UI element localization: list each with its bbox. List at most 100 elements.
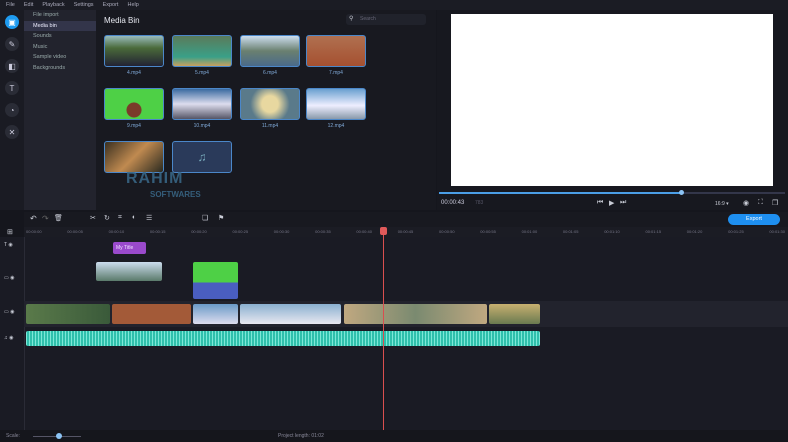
menu-export[interactable]: Export (103, 2, 119, 8)
playhead-handle[interactable] (380, 227, 387, 235)
menu-edit[interactable]: Edit (24, 2, 33, 8)
scale-label: Scale: (6, 433, 20, 439)
ruler-tick-label: 00:00:40 (356, 229, 372, 234)
music-file-thumb[interactable]: ♫ (172, 141, 232, 173)
menu-help[interactable]: Help (127, 2, 138, 8)
properties-icon[interactable]: ☰ (146, 214, 152, 222)
chroma-clip[interactable] (193, 262, 238, 299)
category-media-bin[interactable]: Media bin (24, 20, 96, 31)
watermark: RAHIM (126, 170, 184, 187)
crop-icon[interactable]: ⌗ (118, 214, 122, 222)
video-clip[interactable] (344, 304, 487, 324)
media-thumb[interactable] (240, 88, 300, 120)
tools-icon[interactable]: ✕ (5, 125, 19, 139)
media-label: 9.mp4 (127, 123, 141, 129)
video-clip[interactable] (193, 304, 238, 324)
watermark-sub: SOFTWARES (150, 190, 201, 199)
ruler-tick-label: 00:00:20 (191, 229, 207, 234)
tool-rail: ▣ ✎ ◧ T ◔ ✕ (0, 10, 24, 210)
titles-icon[interactable]: T (5, 81, 19, 95)
magic-wand-icon[interactable]: ✎ (5, 37, 19, 51)
add-track-icon[interactable]: ⊞ (7, 228, 13, 236)
stickers-icon[interactable]: ◔ (5, 103, 19, 117)
preview-screen (451, 14, 773, 186)
play-icon[interactable]: ▶ (609, 199, 614, 207)
ruler-tick-label: 00:00:55 (480, 229, 496, 234)
ruler-tick-label: 00:01:25 (728, 229, 744, 234)
snapshot-icon[interactable]: ◉ (743, 199, 749, 207)
ruler-tick-label: 00:00:25 (232, 229, 249, 234)
media-bin: Media Bin Search ⚲ 4.mp4 5.mp4 6.mp4 7.m… (96, 10, 436, 210)
cut-icon[interactable]: ✂ (90, 214, 96, 222)
skip-forward-icon[interactable]: ⏭ (620, 199, 626, 207)
search-input[interactable]: Search (346, 14, 426, 25)
menu-playback[interactable]: Playback (42, 2, 64, 8)
media-thumb[interactable] (172, 88, 232, 120)
preview-panel: 00:00:43 783 ⏮ ▶ ⏭ 16:9 ▾ ◉ ⛶ ❐ (437, 10, 788, 210)
rotate-icon[interactable]: ↻ (104, 214, 110, 222)
marker-icon[interactable]: ⚑ (218, 214, 224, 222)
fullscreen-icon[interactable]: ⛶ (758, 199, 763, 207)
media-label: 11.mp4 (261, 123, 279, 129)
video-clip[interactable] (240, 304, 341, 324)
category-backgrounds[interactable]: Backgrounds (24, 63, 96, 74)
title-clip[interactable]: My Title (113, 242, 146, 254)
ruler-tick-label: 00:00:05 (67, 229, 83, 234)
title-track-icon: T ◉ (4, 242, 13, 248)
video-track-icon: ▭ ◉ (4, 309, 15, 315)
ruler-tick-label: 00:01:20 (686, 229, 703, 234)
export-button[interactable]: Export (728, 214, 780, 225)
ruler-tick-label: 00:00:35 (315, 229, 331, 234)
media-thumb[interactable] (306, 35, 366, 67)
ruler-tick-label: 00:00:10 (108, 229, 125, 234)
media-thumb[interactable] (104, 88, 164, 120)
redo-icon[interactable]: ↷ (42, 214, 49, 223)
audio-track-icon: ♫ ◉ (4, 335, 14, 341)
ruler-tick-label: 00:00:45 (397, 229, 414, 234)
media-thumb[interactable] (306, 88, 366, 120)
skip-back-icon[interactable]: ⏮ (597, 199, 603, 207)
detach-icon[interactable]: ❐ (772, 199, 778, 207)
ruler-tick-label: 00:01:05 (562, 229, 579, 234)
undo-icon[interactable]: ↶ (30, 214, 37, 223)
project-length: Project length: 01:02 (278, 433, 324, 439)
scale-slider-knob[interactable] (56, 433, 62, 439)
playback-progress[interactable] (439, 190, 785, 195)
menu-file[interactable]: File (6, 2, 15, 8)
media-thumb[interactable] (172, 35, 232, 67)
import-icon[interactable]: ▣ (5, 15, 19, 29)
ruler-tick-label: 00:01:10 (604, 229, 620, 234)
timeline-ruler[interactable]: 00:00:00 00:00:05 00:00:10 00:00:15 00:00:20… (24, 227, 788, 237)
category-sounds[interactable]: Sounds (24, 31, 96, 42)
menu-settings[interactable]: Settings (74, 2, 94, 8)
progress-knob[interactable] (679, 190, 685, 195)
video-clip[interactable] (112, 304, 191, 324)
aspect-ratio-select[interactable]: 16:9 ▾ (715, 201, 729, 207)
transitions-icon[interactable]: ◧ (5, 59, 19, 73)
category-sample-video[interactable]: Sample video (24, 52, 96, 63)
audio-clip[interactable] (26, 331, 540, 346)
media-label: 10.mp4 (193, 123, 211, 129)
media-label: 5.mp4 (195, 70, 209, 76)
delete-icon[interactable]: 🗑 (54, 214, 63, 222)
overlay-track-icon: ▭ ◉ (4, 275, 15, 281)
progress-fill (439, 192, 682, 194)
playhead[interactable] (383, 227, 384, 430)
category-music[interactable]: Music (24, 42, 96, 53)
status-bar: Scale: Project length: 01:02 (0, 430, 788, 442)
media-thumb[interactable] (240, 35, 300, 67)
overlay-clip[interactable] (96, 262, 162, 281)
media-bin-title: Media Bin (104, 16, 140, 25)
video-clip[interactable] (26, 304, 110, 324)
category-list: File import Media bin Sounds Music Sampl… (24, 10, 96, 210)
media-thumb[interactable] (104, 35, 164, 67)
video-clip[interactable] (489, 304, 540, 324)
category-file-import[interactable]: File import (24, 10, 96, 21)
ruler-tick-label: 00:01:15 (645, 229, 662, 234)
overlay-icon[interactable]: ❏ (202, 214, 208, 222)
color-icon[interactable]: ◐ (132, 214, 136, 221)
media-thumb[interactable] (104, 141, 164, 173)
media-label: 6.mp4 (263, 70, 277, 76)
ruler-tick-label: 00:00:00 (26, 229, 42, 234)
ruler-tick-label: 00:01:30 (769, 229, 785, 234)
